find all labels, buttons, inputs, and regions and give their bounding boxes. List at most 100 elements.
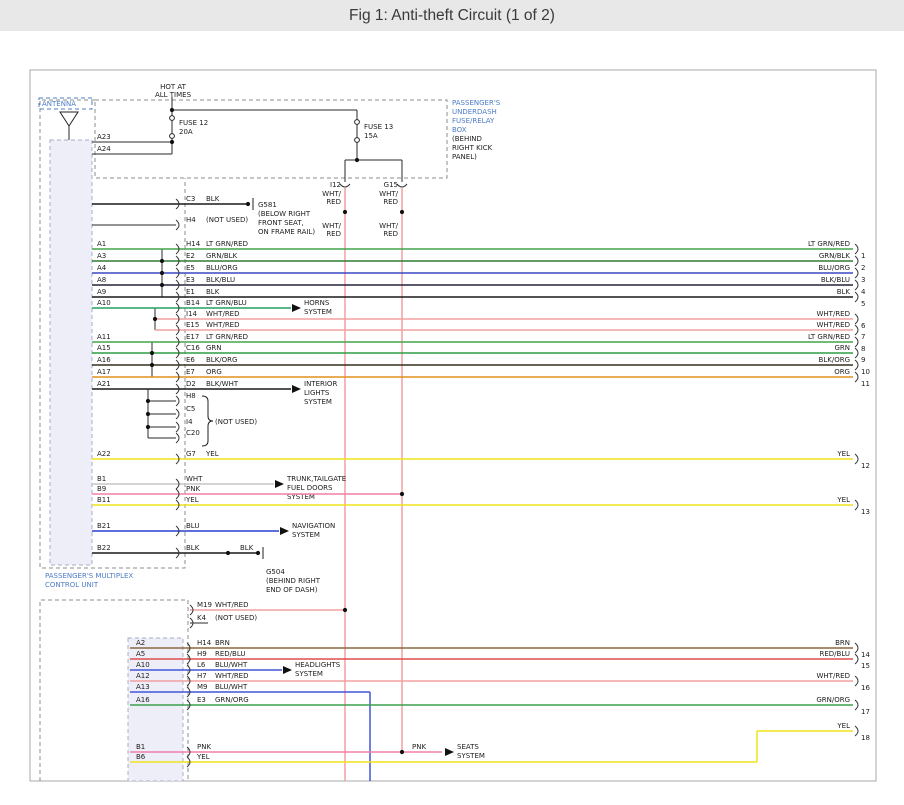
- terminal-number: 9: [861, 356, 865, 364]
- junction-dot: [146, 425, 150, 429]
- wire-color-label: GRN: [206, 344, 222, 352]
- junction-dot: [400, 750, 404, 754]
- wire-color-label: BRN: [835, 639, 850, 647]
- pin-label: C20: [186, 429, 200, 437]
- wire-color-label: YEL: [205, 450, 219, 458]
- wire-color-label: YEL: [836, 496, 850, 504]
- wire-color-label: WHT/RED: [206, 310, 240, 318]
- pin-label: E15: [186, 321, 199, 329]
- junction-dot: [170, 140, 174, 144]
- component-name-label: PASSENGER'S MULTIPLEX: [45, 572, 133, 580]
- wire-color-label: BLU/WHT: [215, 683, 248, 691]
- wire-color-label: GRN/BLK: [206, 252, 238, 260]
- fuse-element: [170, 134, 175, 139]
- component-name-label: CONTROL UNIT: [45, 581, 99, 589]
- fuse-element: [170, 116, 175, 121]
- pin-label: A16: [136, 696, 150, 704]
- wire-color-label: BLK/ORG: [819, 356, 850, 364]
- pin-label: A8: [97, 276, 106, 284]
- wire-color-label: LT GRN/RED: [206, 333, 248, 341]
- ground-label: END OF DASH): [266, 586, 318, 594]
- diagram-label: HOT AT: [160, 83, 187, 91]
- terminal-number: 1: [861, 252, 865, 260]
- wire-color-label: WHT: [186, 475, 203, 483]
- junction-dot: [343, 608, 347, 612]
- wire-color-label: WHT/RED: [817, 672, 851, 680]
- terminal-number: 10: [861, 368, 870, 376]
- terminal-number: 13: [861, 508, 870, 516]
- pin-label: E1: [186, 288, 195, 296]
- multiplex-connector-area: [50, 140, 92, 565]
- diagram-label: WHT/: [379, 222, 398, 230]
- junction-dot: [160, 271, 164, 275]
- component-name-label: PASSENGER'S: [452, 99, 501, 107]
- junction-dot: [355, 158, 359, 162]
- junction-dot: [146, 399, 150, 403]
- diagram-label: 20A: [179, 128, 193, 136]
- pin-label: A2: [136, 639, 145, 647]
- pin-label: A23: [97, 133, 111, 141]
- pin-label: C16: [186, 344, 200, 352]
- wire-color-label: ORG: [834, 368, 850, 376]
- pin-label: G7: [186, 450, 196, 458]
- terminal-number: 18: [861, 734, 870, 742]
- pin-label: E5: [186, 264, 195, 272]
- wire-color-label: BLK: [206, 195, 220, 203]
- terminal-number: 17: [861, 708, 870, 716]
- pin-label: B1: [136, 743, 145, 751]
- wire-color-label: BLU/WHT: [215, 661, 248, 669]
- terminal-number: 4: [861, 288, 866, 296]
- pin-label: A4: [97, 264, 107, 272]
- junction-dot: [246, 202, 250, 206]
- system-label: LIGHTS: [304, 389, 330, 397]
- pin-label: E17: [186, 333, 199, 341]
- junction-dot: [256, 551, 260, 555]
- pin-label: A1: [97, 240, 106, 248]
- terminal-number: 8: [861, 345, 865, 353]
- system-label: SYSTEM: [295, 670, 323, 678]
- wire-color-label: YEL: [185, 496, 199, 504]
- pin-label: H7: [197, 672, 207, 680]
- page: Fig 1: Anti-theft Circuit (1 of 2) A23A2…: [0, 0, 904, 805]
- pin-label: B11: [97, 496, 111, 504]
- pin-label: A11: [97, 333, 111, 341]
- pin-label: E3: [186, 276, 195, 284]
- pin-label: H4: [186, 216, 196, 224]
- terminal-number: 2: [861, 264, 865, 272]
- junction-dot: [153, 317, 157, 321]
- system-label: INTERIOR: [304, 380, 337, 388]
- ground-label: ON FRAME RAIL): [258, 228, 315, 236]
- wire-color-label: LT GRN/RED: [808, 240, 850, 248]
- ground-label: G504: [266, 568, 285, 576]
- terminal-number: 5: [861, 300, 865, 308]
- diagram-label: RIGHT KICK: [452, 144, 493, 152]
- junction-dot: [146, 412, 150, 416]
- junction-dot: [150, 363, 154, 367]
- pin-label: C3: [186, 195, 195, 203]
- diagram-label: I12: [330, 181, 341, 189]
- junction-dot: [160, 283, 164, 287]
- pin-label: A24: [97, 145, 111, 153]
- system-label: SEATS: [457, 743, 479, 751]
- wire-color-label: GRN/ORG: [816, 696, 850, 704]
- pin-label: I4: [186, 418, 193, 426]
- component-name-label: ANTENNA: [42, 100, 76, 108]
- ground-label: (BELOW RIGHT: [258, 210, 311, 218]
- fuse-element: [355, 120, 360, 125]
- terminal-number: 15: [861, 662, 870, 670]
- pin-label: A5: [136, 650, 145, 658]
- diagram-label: 15A: [364, 132, 378, 140]
- wire-color-label: LT GRN/BLU: [206, 299, 247, 307]
- pin-label: C5: [186, 405, 195, 413]
- diagram-label: WHT/: [322, 190, 341, 198]
- wire-color-label: WHT/RED: [215, 601, 249, 609]
- wire-color-label: PNK: [412, 743, 426, 751]
- not-used-label: (NOT USED): [206, 216, 248, 224]
- diagram-label: WHT/: [379, 190, 398, 198]
- wire-color-label: PNK: [186, 485, 200, 493]
- pin-label: A10: [97, 299, 111, 307]
- ground-label: FRONT SEAT,: [258, 219, 304, 227]
- not-used-label: (NOT USED): [215, 614, 257, 622]
- wire-color-label: WHT/RED: [215, 672, 249, 680]
- wire-color-label: YEL: [836, 722, 850, 730]
